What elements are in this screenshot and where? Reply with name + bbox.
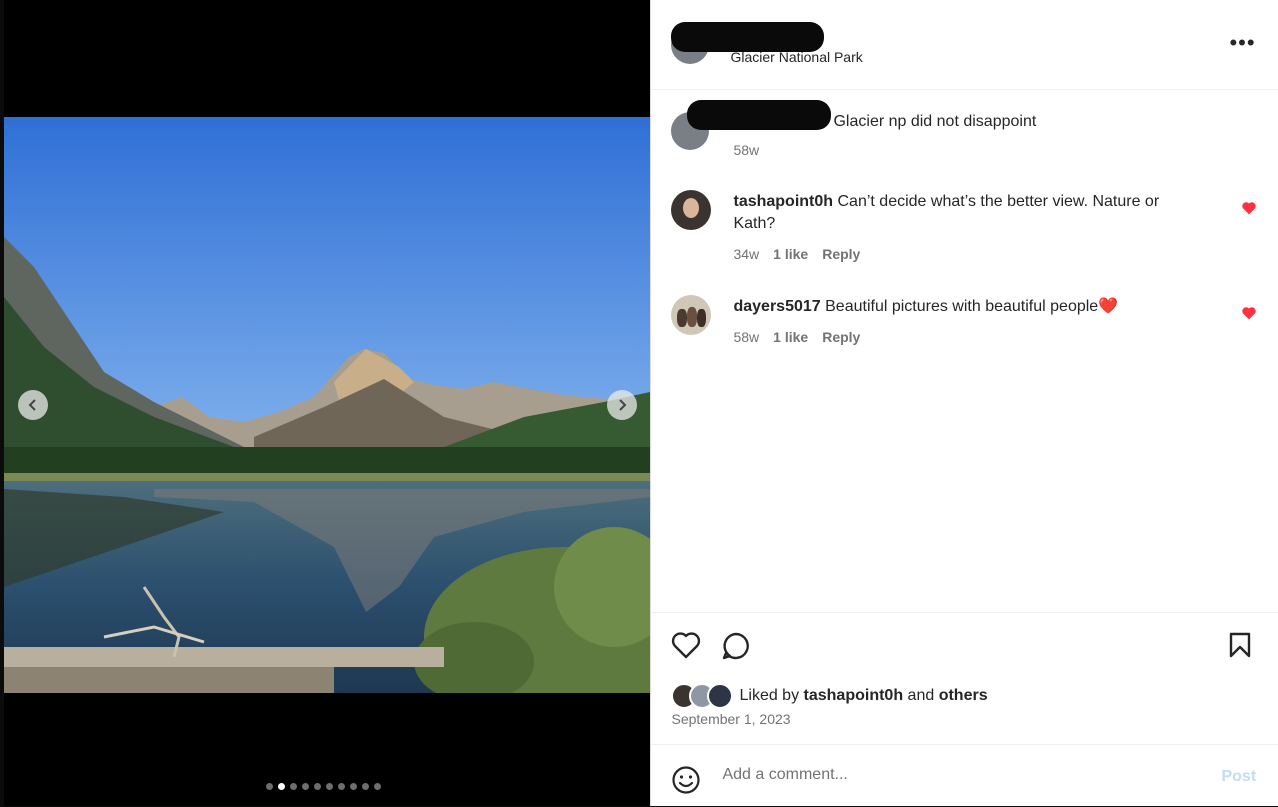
liked-by-others-link[interactable]: others — [939, 687, 988, 705]
post-modal: Glacier National Park ••• Glacier np did… — [4, 0, 1278, 806]
reply-button[interactable]: Reply — [822, 329, 860, 345]
comment-likes[interactable]: 1 like — [773, 329, 808, 345]
comment-username[interactable]: tashapoint0h — [733, 193, 833, 210]
chevron-right-icon — [619, 399, 627, 411]
comment-meta: 58w 1 like Reply — [733, 329, 860, 345]
caption-meta: 58w — [733, 142, 759, 158]
liked-by-user[interactable]: tashapoint0h — [804, 687, 904, 705]
caption-text: Glacier np did not disappoint — [833, 113, 1037, 130]
pagination-dot — [374, 783, 381, 790]
photo-pagination-dots — [266, 783, 381, 790]
comment-composer: Post — [651, 744, 1278, 807]
emoji-smiley-icon[interactable] — [671, 765, 701, 795]
comment-likes[interactable]: 1 like — [773, 246, 808, 262]
post-details-panel: Glacier National Park ••• Glacier np did… — [650, 0, 1278, 806]
comment-timestamp[interactable]: 58w — [733, 329, 759, 345]
post-photo — [4, 117, 650, 693]
liked-heart-icon[interactable] — [1241, 306, 1257, 320]
commenter-avatar[interactable] — [671, 190, 712, 230]
post-header: Glacier National Park ••• — [651, 0, 1278, 90]
pagination-dot — [302, 783, 309, 790]
pagination-dot — [314, 783, 321, 790]
liked-by-prefix: Liked by — [739, 687, 800, 704]
comment-username[interactable]: dayers5017 — [733, 298, 820, 315]
comment-timestamp[interactable]: 34w — [733, 246, 759, 262]
commenter-avatar[interactable] — [671, 295, 712, 335]
chevron-left-icon — [28, 399, 36, 411]
next-photo-button[interactable] — [607, 390, 637, 420]
pagination-dot — [290, 783, 297, 790]
liker-avatar — [707, 683, 734, 709]
caption-timestamp[interactable]: 58w — [733, 142, 759, 158]
post-date[interactable]: September 1, 2023 — [671, 711, 790, 727]
liked-heart-icon[interactable] — [1241, 201, 1257, 215]
comment-text: dayers5017 Beautiful pictures with beaut… — [733, 296, 1203, 318]
pagination-dot — [278, 783, 285, 790]
previous-photo-button[interactable] — [18, 390, 48, 420]
comment-input[interactable] — [720, 765, 1195, 785]
redacted-username — [671, 22, 825, 52]
more-options-button[interactable]: ••• — [1229, 30, 1255, 56]
redacted-username — [687, 100, 832, 130]
post-actions: Liked by tashapoint0h and others Septemb… — [651, 612, 1278, 745]
post-comment-button[interactable]: Post — [1221, 768, 1256, 786]
like-heart-icon[interactable] — [671, 631, 701, 659]
pagination-dot — [338, 783, 345, 790]
likes-summary: Liked by tashapoint0h and others — [671, 683, 988, 709]
liker-avatars — [671, 683, 734, 709]
comment-bubble-icon[interactable] — [721, 631, 751, 661]
comment-text: tashapoint0h Can’t decide what’s the bet… — [733, 191, 1203, 235]
pagination-dot — [266, 783, 273, 790]
media-viewer — [4, 0, 651, 806]
comment-meta: 34w 1 like Reply — [733, 246, 860, 262]
post-location[interactable]: Glacier National Park — [730, 49, 862, 65]
liked-by-and: and — [907, 687, 935, 704]
bookmark-icon[interactable] — [1228, 631, 1252, 659]
pagination-dot — [362, 783, 369, 790]
pagination-dot — [326, 783, 333, 790]
pagination-dot — [350, 783, 357, 790]
comment-body: Beautiful pictures with beautiful people — [825, 298, 1099, 315]
reply-button[interactable]: Reply — [822, 246, 860, 262]
heart-emoji: ❤️ — [1098, 298, 1119, 315]
